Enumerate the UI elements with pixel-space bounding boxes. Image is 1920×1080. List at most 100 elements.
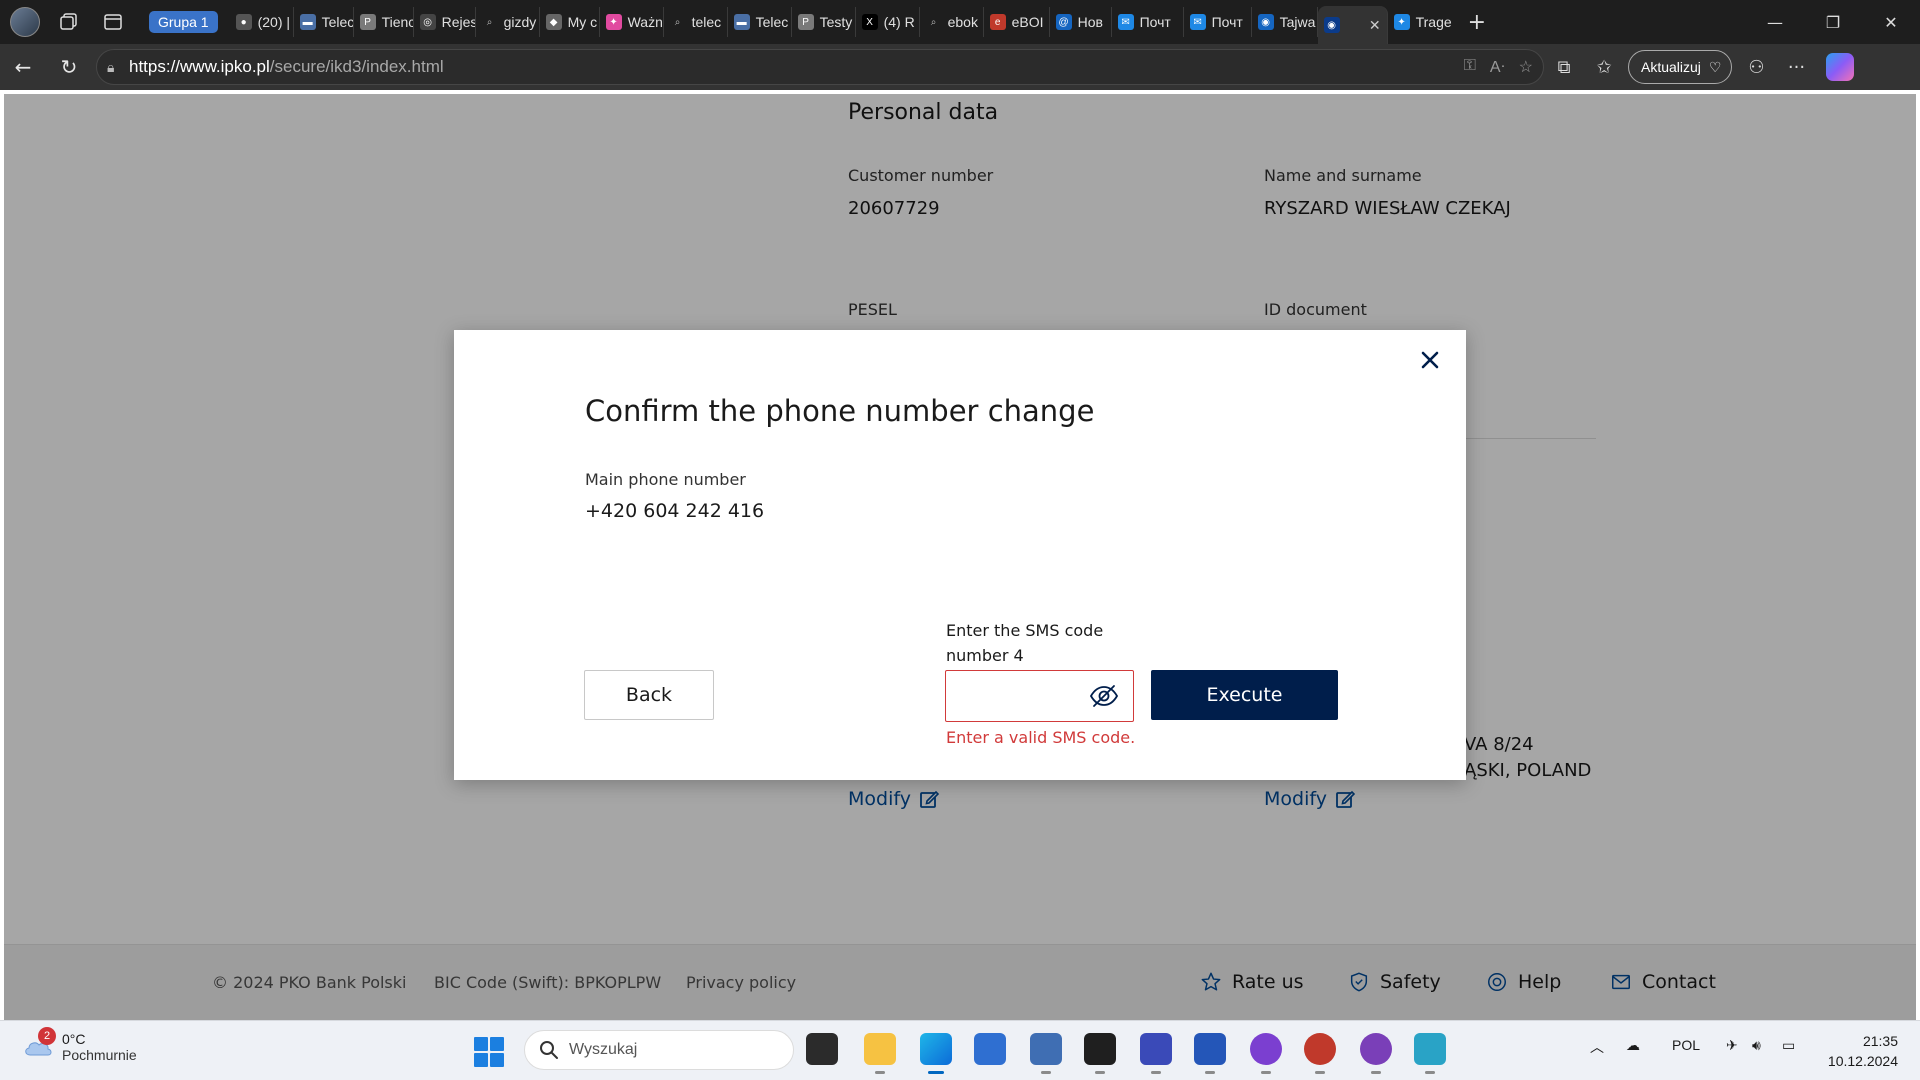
favorite-star-icon[interactable]: ☆ <box>1519 57 1533 77</box>
tab[interactable]: P Tienc <box>354 7 414 37</box>
github-desktop-icon[interactable] <box>1360 1033 1392 1074</box>
window-controls: — ❐ ✕ <box>1746 0 1920 44</box>
copilot-icon[interactable] <box>1826 53 1855 81</box>
search-icon: ⌕ <box>674 16 681 28</box>
share-icon[interactable]: ⚇ <box>1736 47 1776 87</box>
page-content: Personal data Customer number 20607729 N… <box>4 94 1916 1020</box>
tab-label: Rejes <box>441 14 476 30</box>
workspaces-icon[interactable] <box>47 0 91 44</box>
close-window-icon[interactable]: ✕ <box>1862 0 1920 44</box>
red-app-icon[interactable] <box>1304 1033 1336 1074</box>
profile-avatar[interactable] <box>10 7 40 37</box>
more-menu-icon[interactable]: ··· <box>1776 47 1816 87</box>
sms-code-input[interactable] <box>946 671 1086 721</box>
extensions-icon[interactable]: ⧉ <box>1544 47 1584 87</box>
terminal-icon[interactable] <box>1084 1033 1116 1074</box>
tab-label: telec <box>691 14 722 30</box>
phone-value: +420 604 242 416 <box>585 500 765 522</box>
clock-date: 10.12.2024 <box>1827 1053 1898 1069</box>
phone-label: Main phone number <box>585 470 746 489</box>
tor-browser-icon[interactable] <box>1250 1033 1282 1074</box>
mail-icon: ✉ <box>1189 14 1206 30</box>
tab[interactable]: @ Нов <box>1050 7 1112 37</box>
edge-browser-icon[interactable] <box>920 1033 952 1074</box>
tab[interactable]: e eBOI <box>984 7 1050 37</box>
x-icon: X <box>861 14 878 30</box>
butterfly-icon: ✦ <box>1393 14 1410 30</box>
key-icon[interactable]: ⚿ <box>1464 57 1476 77</box>
tab[interactable]: X (4) R <box>856 7 920 37</box>
sms-error-message: Enter a valid SMS code. <box>946 728 1136 747</box>
browser-tab-strip: Grupa 1 ● (20) | ▬ Telec P Tienc ◎ Rejes ⌕ gi… <box>0 0 1920 44</box>
search-icon: ⌕ <box>486 16 493 28</box>
onedrive-icon[interactable]: ☁ <box>1626 1037 1640 1054</box>
close-icon[interactable] <box>1414 344 1446 376</box>
tab[interactable]: ✉ Почт <box>1184 7 1252 37</box>
orange-swirl-icon: e <box>989 14 1006 30</box>
search-placeholder: Wyszukaj <box>569 1041 638 1058</box>
taskbar-search[interactable]: Wyszukaj <box>524 1030 794 1070</box>
tab[interactable]: ◎ Rejes <box>414 7 476 37</box>
tab[interactable]: ● (20) | <box>230 7 294 37</box>
search-icon: ⌕ <box>930 16 937 28</box>
task-view-icon[interactable] <box>806 1033 838 1065</box>
search-icon <box>540 1041 558 1059</box>
tab[interactable]: ▬ Telec <box>294 7 354 37</box>
mail-icon: ✉ <box>1117 14 1134 30</box>
chevron-up-icon[interactable]: ︿ <box>1590 1037 1604 1057</box>
execute-button[interactable]: Execute <box>1151 670 1338 720</box>
tab[interactable]: ▬ Telec <box>728 7 792 37</box>
favorites-icon[interactable]: ✩ <box>1584 47 1624 87</box>
sms-code-label: Enter the SMS code number 4 <box>946 621 1104 665</box>
close-tab-icon[interactable]: ✕ <box>1359 17 1381 34</box>
tab[interactable]: P Testy <box>792 7 856 37</box>
back-arrow-icon[interactable]: ← <box>0 44 46 90</box>
airplane-mode-icon[interactable]: ✈ <box>1726 1037 1738 1054</box>
tab-actions-icon[interactable] <box>91 0 135 44</box>
microsoft-store-icon[interactable] <box>974 1033 1006 1065</box>
save-disk-icon[interactable] <box>1140 1033 1172 1074</box>
update-label: Aktualizuj <box>1641 59 1701 75</box>
windows-start-icon[interactable] <box>474 1037 504 1067</box>
tab[interactable]: ◆ My c <box>540 7 600 37</box>
tab[interactable]: ◉ Tajwa <box>1252 7 1318 37</box>
volume-icon[interactable]: 🔊︎ <box>1752 1037 1761 1054</box>
tab[interactable]: ✉ Почт <box>1112 7 1184 37</box>
restore-icon[interactable]: ❐ <box>1804 0 1862 44</box>
tab[interactable]: ⌕ telec <box>664 7 728 37</box>
tab-active[interactable]: ◉ ✕ <box>1317 6 1388 44</box>
minimize-icon[interactable]: — <box>1746 0 1804 44</box>
tab-label: Tienc <box>381 14 414 30</box>
back-button[interactable]: Back <box>584 670 714 720</box>
tab-label: Нов <box>1077 14 1103 30</box>
tab[interactable]: ✦ Trage <box>1388 7 1458 37</box>
tab-label: (20) | <box>257 14 291 30</box>
tab-label: Telec <box>321 14 354 30</box>
new-tab-icon[interactable]: + <box>1458 10 1496 35</box>
notepad-icon[interactable] <box>1414 1033 1446 1074</box>
tab[interactable]: ⌕ gizdy <box>476 7 540 37</box>
reload-icon[interactable]: ↻ <box>46 44 92 90</box>
system-clock[interactable]: 21:35 10.12.2024 <box>1828 1031 1898 1071</box>
battery-icon[interactable]: ▭ <box>1782 1037 1795 1054</box>
address-bar[interactable]: 🔒︎ https://www.ipko.pl/secure/ikd3/index… <box>96 49 1544 85</box>
p-icon: P <box>359 14 376 30</box>
tab[interactable]: ✦ Ważn <box>600 7 664 37</box>
eye-slash-icon[interactable] <box>1089 683 1119 709</box>
clock-time: 21:35 <box>1862 1033 1898 1049</box>
weather-widget[interactable]: 2 0°C Pochmurnie <box>22 1027 137 1063</box>
file-explorer-icon[interactable] <box>864 1033 896 1074</box>
read-aloud-icon[interactable]: Aᐧ <box>1490 57 1505 77</box>
omnibox-icons: ⚿ Aᐧ ☆ <box>1464 57 1533 77</box>
network-app-icon[interactable] <box>1030 1033 1062 1074</box>
tab-group-chip[interactable]: Grupa 1 <box>149 11 218 33</box>
tab[interactable]: ⌕ ebok <box>920 7 984 37</box>
tab-label: Telec <box>755 14 789 30</box>
update-button[interactable]: Aktualizuj ♡ <box>1628 50 1733 84</box>
input-language[interactable]: POL <box>1672 1037 1700 1053</box>
windows-taskbar: 2 0°C Pochmurnie Wyszukaj ︿ ☁ POL ✈ 🔊︎ ▭… <box>0 1020 1920 1080</box>
app-a-icon[interactable] <box>1194 1033 1226 1074</box>
logo-icon: ◎ <box>419 14 436 30</box>
p-icon: P <box>797 14 814 30</box>
lock-icon: 🔒︎ <box>107 58 115 75</box>
